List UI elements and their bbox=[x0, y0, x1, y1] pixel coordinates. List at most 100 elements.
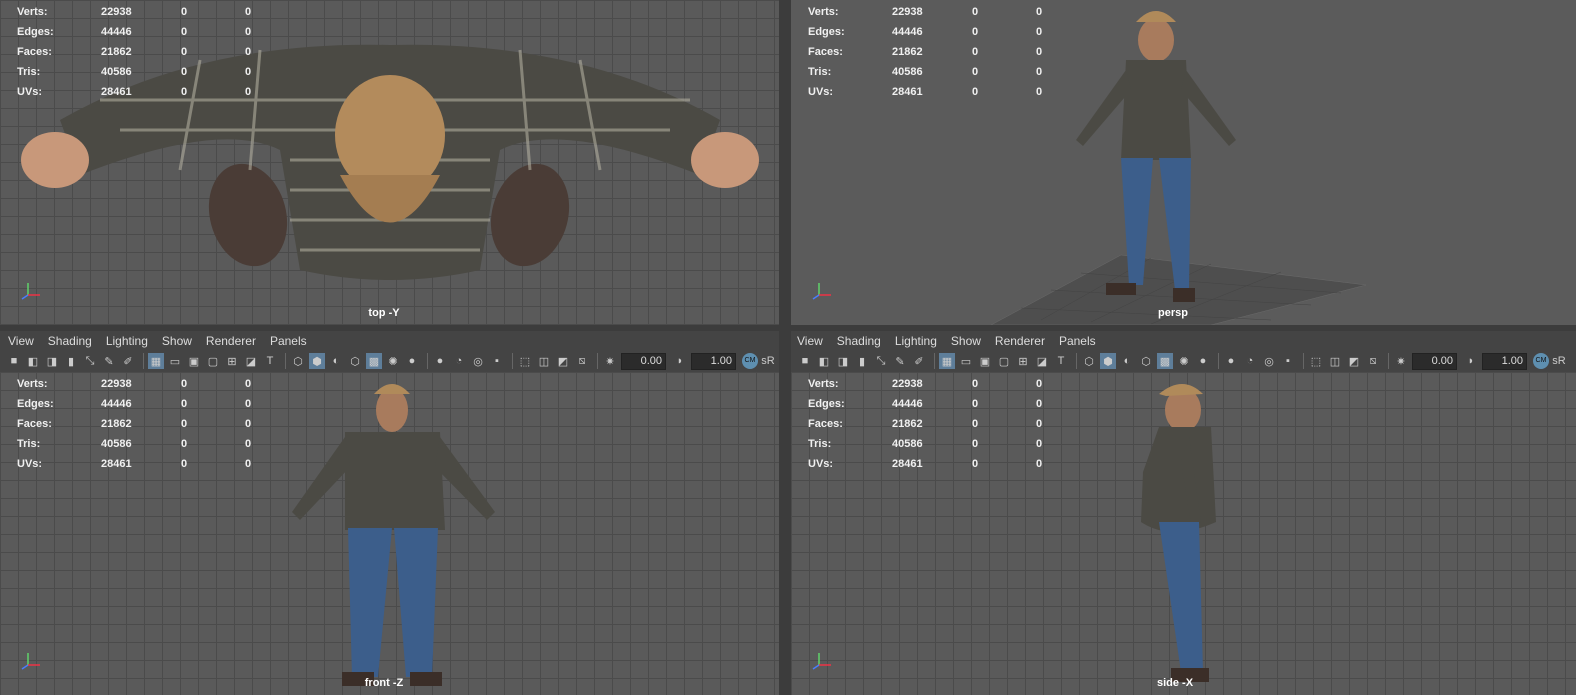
2d-pan-zoom-icon[interactable]: ⤡ bbox=[873, 353, 889, 369]
gamma-icon[interactable]: ◗ bbox=[1463, 353, 1479, 369]
camera-label-persp: persp bbox=[1158, 307, 1188, 319]
menu-renderer[interactable]: Renderer bbox=[206, 334, 256, 348]
film-gate-icon[interactable]: ▭ bbox=[958, 353, 974, 369]
menu-view[interactable]: View bbox=[797, 334, 823, 348]
exposure-field[interactable]: 0.00 bbox=[1412, 352, 1457, 370]
grease-pencil-icon[interactable]: ✎ bbox=[101, 353, 117, 369]
bookmark-icon[interactable]: ◨ bbox=[44, 353, 60, 369]
hud-row-uvs: UVs: 28461 0 0 bbox=[17, 86, 252, 98]
shadows-icon[interactable]: ● bbox=[404, 353, 420, 369]
motion-blur-icon[interactable]: ◔ bbox=[1242, 353, 1258, 369]
gate-mask-icon[interactable]: ▢ bbox=[996, 353, 1012, 369]
multisample-aa-icon[interactable]: ◎ bbox=[470, 353, 486, 369]
menu-renderer[interactable]: Renderer bbox=[995, 334, 1045, 348]
depth-of-field-icon[interactable]: ▪ bbox=[489, 353, 505, 369]
film-gate-icon[interactable]: ▭ bbox=[167, 353, 183, 369]
hud-row-edges: Edges: 44446 0 0 bbox=[17, 26, 252, 38]
textured-icon[interactable]: ▩ bbox=[1157, 353, 1173, 369]
color-management-icon[interactable]: CM bbox=[1533, 353, 1549, 369]
menu-lighting[interactable]: Lighting bbox=[895, 334, 937, 348]
wireframe-on-shaded-icon[interactable]: ⬡ bbox=[1138, 353, 1154, 369]
gate-mask-icon[interactable]: ▢ bbox=[205, 353, 221, 369]
isolate-select-icon[interactable]: ⬚ bbox=[1308, 353, 1324, 369]
viewport-persp[interactable]: Verts: 22938 0 0 Edges: 44446 0 0 Faces: 21862 0… bbox=[791, 0, 1576, 325]
menu-shading[interactable]: Shading bbox=[48, 334, 92, 348]
lights-icon[interactable]: ✺ bbox=[1176, 353, 1192, 369]
camera-attributes-icon[interactable]: ◧ bbox=[25, 353, 41, 369]
hud-row-verts: Verts: 22938 0 0 bbox=[808, 378, 1043, 390]
resolution-gate-icon[interactable]: ▣ bbox=[977, 353, 993, 369]
bookmark-icon[interactable]: ◨ bbox=[835, 353, 851, 369]
camera-label-side: side -X bbox=[1156, 677, 1194, 689]
pencil-icon[interactable]: ✐ bbox=[120, 353, 136, 369]
default-material-icon[interactable]: ◐ bbox=[328, 353, 344, 369]
menu-show[interactable]: Show bbox=[951, 334, 981, 348]
xray-active-icon[interactable]: ◩ bbox=[1346, 353, 1362, 369]
axis-gizmo-icon bbox=[812, 653, 831, 670]
smooth-shade-icon[interactable]: ⬢ bbox=[309, 353, 325, 369]
gamma-icon[interactable]: ◗ bbox=[672, 353, 688, 369]
wireframe-icon[interactable]: ⬡ bbox=[1081, 353, 1097, 369]
hud-row-tris: Tris: 40586 0 0 bbox=[17, 66, 252, 78]
field-chart-icon[interactable]: ⊞ bbox=[224, 353, 240, 369]
shadows-icon[interactable]: ● bbox=[1195, 353, 1211, 369]
viewport-front[interactable]: Verts: 22938 0 0 Edges: 44446 0 0 Faces: 21862 0… bbox=[0, 372, 779, 695]
grid-toggle-icon[interactable]: ▦ bbox=[939, 353, 955, 369]
menu-lighting[interactable]: Lighting bbox=[106, 334, 148, 348]
poly-count-hud-side: Verts: 22938 0 0 Edges: 44446 0 0 Faces: 21862 0… bbox=[801, 374, 1056, 474]
grease-pencil-icon[interactable]: ✎ bbox=[892, 353, 908, 369]
xray-icon[interactable]: ◫ bbox=[1327, 353, 1343, 369]
hud-row-edges: Edges: 44446 0 0 bbox=[17, 398, 252, 410]
gamma-field[interactable]: 1.00 bbox=[1482, 352, 1527, 370]
select-camera-icon[interactable]: ■ bbox=[797, 353, 813, 369]
grid-toggle-icon[interactable]: ▦ bbox=[148, 353, 164, 369]
menu-panels[interactable]: Panels bbox=[1059, 334, 1096, 348]
hud-row-uvs: UVs: 28461 0 0 bbox=[17, 458, 252, 470]
image-plane-icon[interactable]: ▮ bbox=[854, 353, 870, 369]
exposure-icon[interactable]: ✷ bbox=[602, 353, 618, 369]
motion-blur-icon[interactable]: ◔ bbox=[451, 353, 467, 369]
screen-space-ao-icon[interactable]: ● bbox=[1223, 353, 1239, 369]
menu-show[interactable]: Show bbox=[162, 334, 192, 348]
viewport-top[interactable]: Verts: 22938 0 0 Edges: 44446 0 0 Faces: 21862 0… bbox=[0, 0, 779, 325]
default-material-icon[interactable]: ◐ bbox=[1119, 353, 1135, 369]
safe-title-icon[interactable]: T bbox=[1053, 353, 1069, 369]
hud-row-edges: Edges: 44446 0 0 bbox=[808, 26, 1043, 38]
textured-icon[interactable]: ▩ bbox=[366, 353, 382, 369]
xray-joints-icon[interactable]: ⧅ bbox=[1365, 353, 1381, 369]
2d-pan-zoom-icon[interactable]: ⤡ bbox=[82, 353, 98, 369]
multisample-aa-icon[interactable]: ◎ bbox=[1261, 353, 1277, 369]
depth-of-field-icon[interactable]: ▪ bbox=[1280, 353, 1296, 369]
exposure-field[interactable]: 0.00 bbox=[621, 352, 666, 370]
wireframe-on-shaded-icon[interactable]: ⬡ bbox=[347, 353, 363, 369]
xray-icon[interactable]: ◫ bbox=[536, 353, 552, 369]
exposure-icon[interactable]: ✷ bbox=[1393, 353, 1409, 369]
xray-active-icon[interactable]: ◩ bbox=[555, 353, 571, 369]
xray-joints-icon[interactable]: ⧅ bbox=[574, 353, 590, 369]
resolution-gate-icon[interactable]: ▣ bbox=[186, 353, 202, 369]
wireframe-icon[interactable]: ⬡ bbox=[290, 353, 306, 369]
smooth-shade-icon[interactable]: ⬢ bbox=[1100, 353, 1116, 369]
menu-panels[interactable]: Panels bbox=[270, 334, 307, 348]
safe-title-icon[interactable]: T bbox=[262, 353, 278, 369]
menu-shading[interactable]: Shading bbox=[837, 334, 881, 348]
lights-icon[interactable]: ✺ bbox=[385, 353, 401, 369]
pencil-icon[interactable]: ✐ bbox=[911, 353, 927, 369]
hud-row-verts: Verts: 22938 0 0 bbox=[17, 378, 252, 390]
camera-attributes-icon[interactable]: ◧ bbox=[816, 353, 832, 369]
viewport-side[interactable]: Verts: 22938 0 0 Edges: 44446 0 0 Faces: 21862 0… bbox=[791, 372, 1576, 695]
image-plane-icon[interactable]: ▮ bbox=[63, 353, 79, 369]
safe-action-icon[interactable]: ◪ bbox=[243, 353, 259, 369]
screen-space-ao-icon[interactable]: ● bbox=[432, 353, 448, 369]
view-transform-label[interactable]: sR bbox=[761, 353, 775, 369]
menu-view[interactable]: View bbox=[8, 334, 34, 348]
panel-toolbar-front: ■ ◧ ◨ ▮ ⤡ ✎ ✐ ▦ ▭ ▣ ▢ ⊞ ◪ T ⬡ ⬢ ◐ ⬡ ▩ ✺ … bbox=[0, 351, 779, 371]
viewport-vertical-divider[interactable] bbox=[779, 0, 791, 695]
isolate-select-icon[interactable]: ⬚ bbox=[517, 353, 533, 369]
view-transform-label[interactable]: sR bbox=[1552, 353, 1566, 369]
safe-action-icon[interactable]: ◪ bbox=[1034, 353, 1050, 369]
select-camera-icon[interactable]: ■ bbox=[6, 353, 22, 369]
field-chart-icon[interactable]: ⊞ bbox=[1015, 353, 1031, 369]
color-management-icon[interactable]: CM bbox=[742, 353, 758, 369]
gamma-field[interactable]: 1.00 bbox=[691, 352, 736, 370]
